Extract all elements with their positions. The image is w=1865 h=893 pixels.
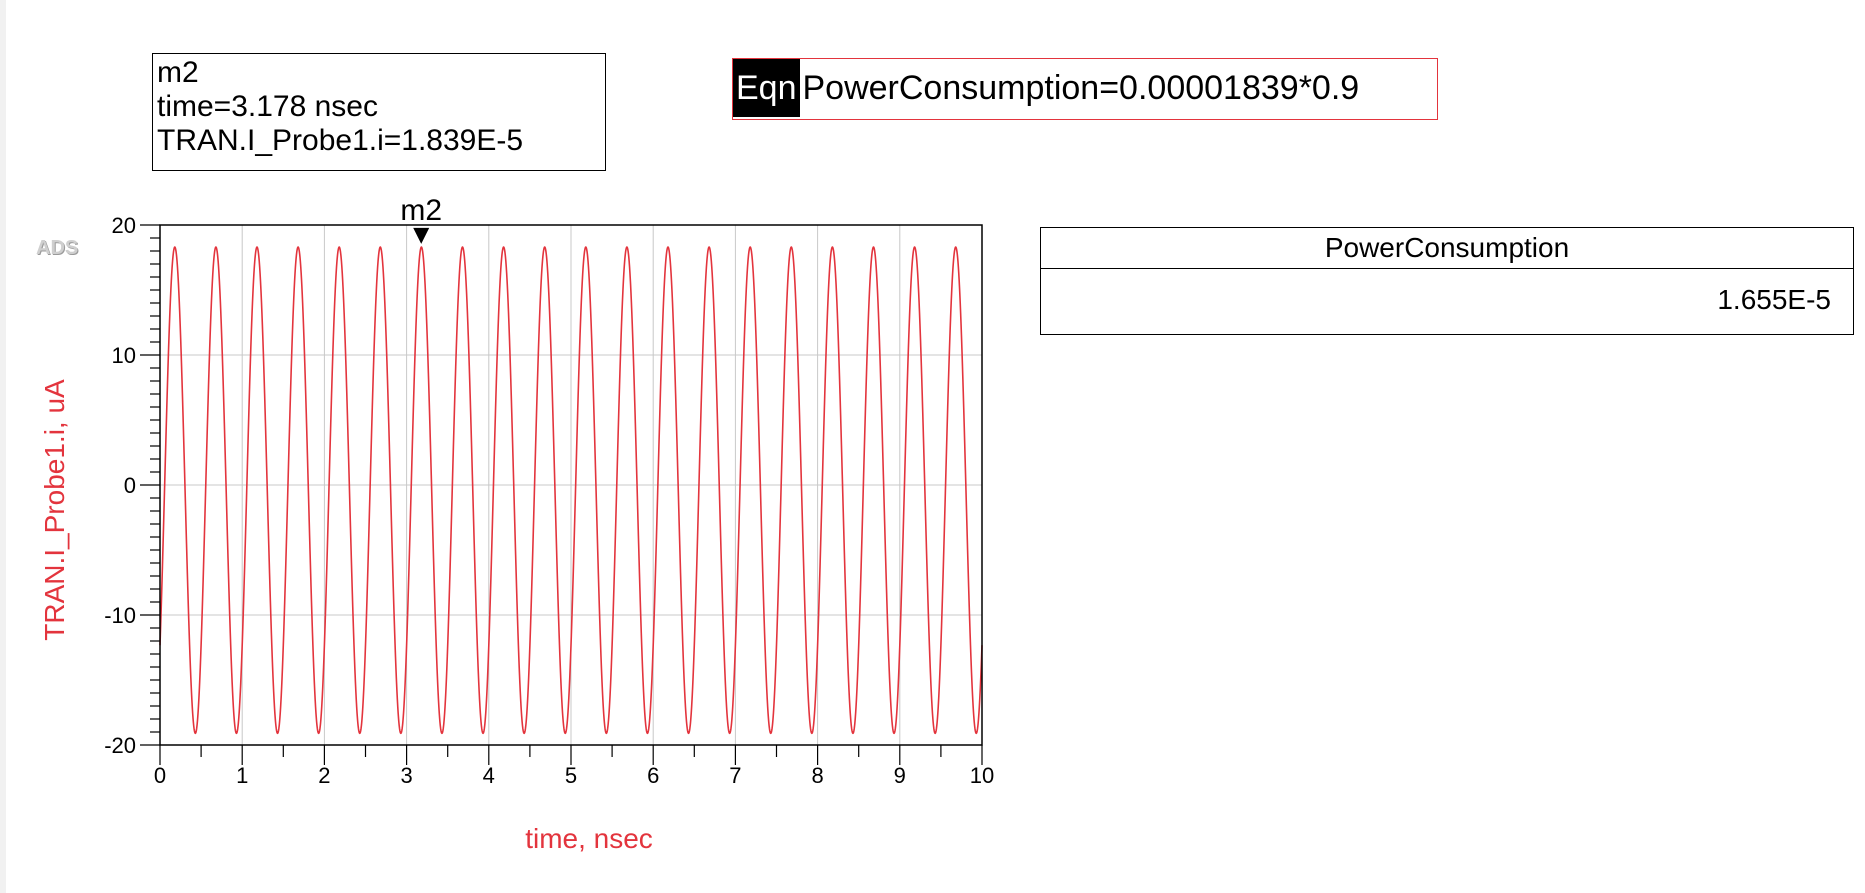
x-tick-label: 5 (565, 763, 577, 788)
x-tick-label: 9 (894, 763, 906, 788)
x-axis-title: time, nsec (525, 823, 653, 854)
y-tick-label: 20 (112, 213, 136, 238)
x-tick-label: 8 (811, 763, 823, 788)
x-tick-label: 6 (647, 763, 659, 788)
x-tick-label: 1 (236, 763, 248, 788)
y-tick-label: 10 (112, 343, 136, 368)
x-tick-label: 4 (483, 763, 495, 788)
y-tick-label: -20 (104, 733, 136, 758)
x-tick-label: 0 (154, 763, 166, 788)
y-tick-label: -10 (104, 603, 136, 628)
marker-triangle-icon[interactable] (413, 227, 430, 244)
chart-grid (159, 224, 983, 746)
transient-current-chart[interactable]: 0 1 2 3 4 5 6 7 8 9 10 20 10 0 -10 -20 m2 time, nsec TR… (0, 0, 1865, 893)
x-tick-label: 3 (400, 763, 412, 788)
x-tick-label: 2 (318, 763, 330, 788)
y-axis-title: TRAN.I_Probe1.i, uA (39, 379, 70, 641)
marker-label[interactable]: m2 (400, 194, 442, 227)
x-tick-label: 7 (729, 763, 741, 788)
x-tick-label: 10 (970, 763, 994, 788)
y-tick-label: 0 (124, 473, 136, 498)
